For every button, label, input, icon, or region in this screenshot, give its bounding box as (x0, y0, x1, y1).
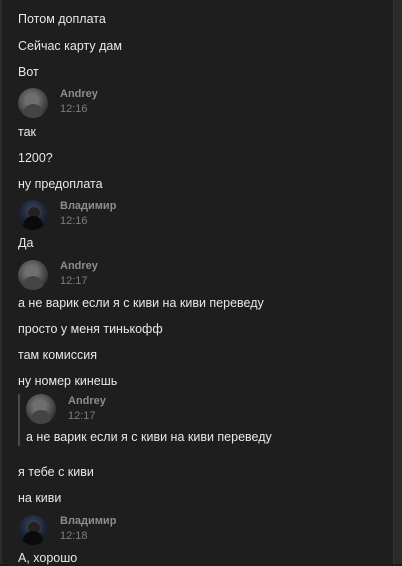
quoted-message[interactable]: Andrey 12:17 а не варик если я с киви на… (18, 390, 388, 448)
chat-left-border (0, 0, 2, 564)
message-text: Сейчас карту дам (18, 39, 122, 53)
vladimir-avatar-icon[interactable] (18, 200, 48, 230)
message-text: Потом доплата (18, 12, 106, 26)
quote-bar (18, 394, 20, 446)
message-text: Вот (18, 65, 39, 79)
message-text: там комиссия (18, 348, 97, 362)
vladimir-avatar-icon[interactable] (18, 515, 48, 545)
message-text: 1200? (18, 151, 53, 165)
message-time: 12:18 (60, 530, 88, 542)
scrollbar[interactable] (393, 0, 402, 564)
andrey-avatar-icon[interactable] (18, 88, 48, 118)
message-time: 12:16 (60, 103, 88, 115)
quote-time: 12:17 (68, 410, 96, 422)
message-text: а не варик если я с киви на киви перевед… (18, 296, 264, 310)
message-text: Да (18, 236, 34, 250)
author-name[interactable]: Andrey (60, 260, 98, 272)
message-text: так (18, 125, 37, 139)
message-time: 12:16 (60, 215, 88, 227)
author-name[interactable]: Владимир (60, 200, 116, 212)
author-name[interactable]: Владимир (60, 515, 116, 527)
message-text: просто у меня тинькофф (18, 322, 163, 336)
message-text: я тебе с киви (18, 465, 94, 479)
quote-text: а не варик если я с киви на киви перевед… (26, 430, 272, 444)
quote-author-name: Andrey (68, 395, 106, 407)
message-text: ну номер кинешь (18, 374, 118, 388)
message-time: 12:17 (60, 275, 88, 287)
chat-log: Потом доплата Сейчас карту дам Вот Andre… (0, 0, 394, 565)
andrey-avatar-icon[interactable] (18, 260, 48, 290)
message-text: ну предоплата (18, 177, 103, 191)
message-text: на киви (18, 491, 62, 505)
author-name[interactable]: Andrey (60, 88, 98, 100)
andrey-avatar-icon (26, 394, 56, 424)
